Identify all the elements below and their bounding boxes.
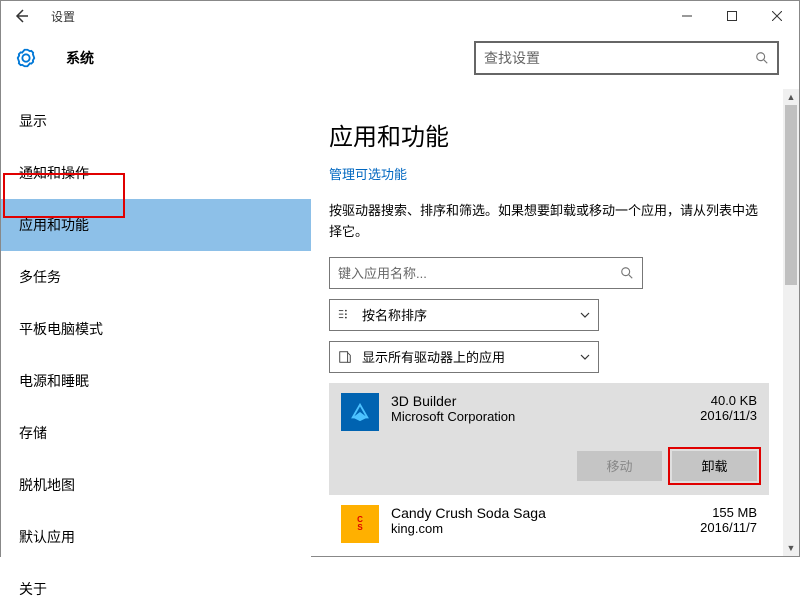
sidebar-item-apps[interactable]: 应用和功能 — [1, 199, 311, 251]
sidebar-item-about[interactable]: 关于 — [1, 563, 311, 615]
settings-search-input[interactable]: 查找设置 — [474, 41, 779, 75]
scroll-thumb[interactable] — [785, 105, 797, 285]
page-description: 按驱动器搜索、排序和筛选。如果想要卸载或移动一个应用，请从列表中选择它。 — [329, 201, 769, 243]
app-publisher: Microsoft Corporation — [391, 409, 700, 424]
sidebar: 显示 通知和操作 应用和功能 多任务 平板电脑模式 电源和睡眠 存储 脱机地图 … — [1, 95, 311, 560]
scroll-up-icon[interactable]: ▲ — [783, 89, 799, 105]
header-row: 系统 查找设置 — [1, 31, 799, 95]
search-icon — [755, 51, 769, 65]
drive-icon — [338, 350, 354, 364]
app-icon — [341, 393, 379, 431]
body: 显示 通知和操作 应用和功能 多任务 平板电脑模式 电源和睡眠 存储 脱机地图 … — [1, 95, 799, 560]
app-search-placeholder: 键入应用名称... — [338, 263, 620, 282]
app-list-item[interactable]: CS Candy Crush Soda Saga king.com 155 MB… — [329, 495, 769, 553]
chevron-down-icon — [580, 312, 590, 318]
window-title: 设置 — [51, 8, 75, 25]
filter-label: 显示所有驱动器上的应用 — [362, 347, 580, 366]
app-search-input[interactable]: 键入应用名称... — [329, 257, 643, 289]
sort-select[interactable]: 按名称排序 — [329, 299, 599, 331]
sidebar-item-display[interactable]: 显示 — [1, 95, 311, 147]
app-publisher: king.com — [391, 521, 700, 536]
move-button[interactable]: 移动 — [577, 451, 662, 481]
filter-select[interactable]: 显示所有驱动器上的应用 — [329, 341, 599, 373]
sidebar-item-multitask[interactable]: 多任务 — [1, 251, 311, 303]
app-icon: CS — [341, 505, 379, 543]
back-button[interactable] — [11, 6, 31, 26]
window-controls — [664, 1, 799, 31]
scrollbar[interactable]: ▲ ▼ — [783, 89, 799, 556]
app-size: 155 MB — [700, 505, 757, 520]
sidebar-item-offline-maps[interactable]: 脱机地图 — [1, 459, 311, 511]
gear-icon — [11, 47, 41, 69]
page-title: 应用和功能 — [329, 117, 769, 152]
sidebar-item-power[interactable]: 电源和睡眠 — [1, 355, 311, 407]
sidebar-item-tablet[interactable]: 平板电脑模式 — [1, 303, 311, 355]
minimize-button[interactable] — [664, 1, 709, 31]
uninstall-button[interactable]: 卸载 — [672, 451, 757, 481]
scroll-down-icon[interactable]: ▼ — [783, 540, 799, 556]
content-pane: 应用和功能 管理可选功能 按驱动器搜索、排序和筛选。如果想要卸载或移动一个应用，… — [311, 95, 799, 560]
app-name: 3D Builder — [391, 393, 700, 409]
app-date: 2016/11/7 — [700, 520, 757, 535]
app-date: 2016/11/3 — [700, 408, 757, 423]
sort-label: 按名称排序 — [362, 305, 580, 324]
search-placeholder: 查找设置 — [484, 48, 755, 68]
close-button[interactable] — [754, 1, 799, 31]
search-icon — [620, 266, 634, 280]
header-title: 系统 — [66, 48, 94, 68]
sidebar-item-default-apps[interactable]: 默认应用 — [1, 511, 311, 563]
title-bar: 设置 — [1, 1, 799, 31]
chevron-down-icon — [580, 354, 590, 360]
maximize-button[interactable] — [709, 1, 754, 31]
manage-optional-link[interactable]: 管理可选功能 — [329, 164, 407, 183]
sidebar-item-notifications[interactable]: 通知和操作 — [1, 147, 311, 199]
app-list-item-selected[interactable]: 3D Builder Microsoft Corporation 40.0 KB… — [329, 383, 769, 495]
app-size: 40.0 KB — [700, 393, 757, 408]
app-name: Candy Crush Soda Saga — [391, 505, 700, 521]
sort-icon — [338, 308, 354, 322]
sidebar-item-storage[interactable]: 存储 — [1, 407, 311, 459]
